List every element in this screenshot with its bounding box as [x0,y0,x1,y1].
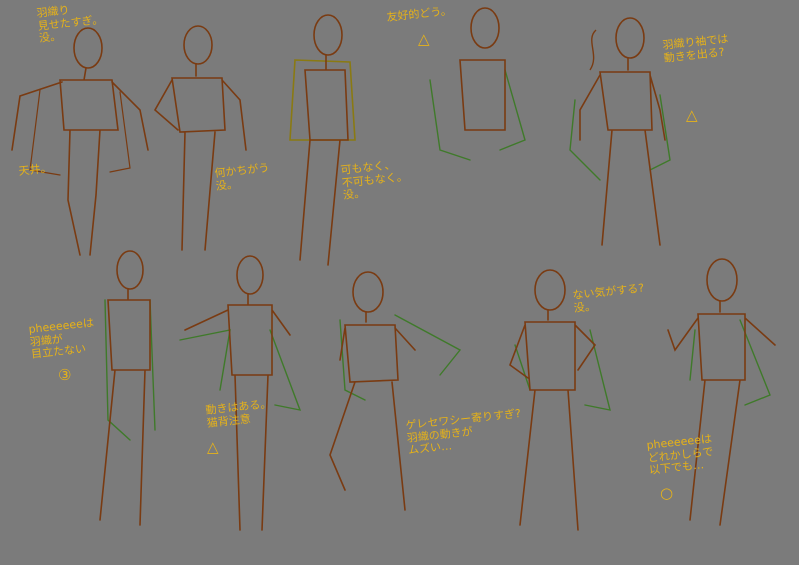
stroke-fragment [589,29,597,71]
figure-sketch-7 [179,255,302,531]
rating-mark-4: △ [207,438,219,456]
figure-sketch-1 [11,27,149,256]
figure-sketch-2 [153,25,247,251]
figure-sketch-4 [429,7,526,161]
figure-sketch-10 [667,258,776,526]
note-1: 羽織り 見せたすぎ。 没。 [35,3,104,46]
figure-sketch-6 [99,250,156,526]
rating-mark-3: ③ [58,366,72,384]
note-4: 可もなく、 不可もなく。 没。 [339,158,409,203]
figure-sketch-8 [329,271,462,511]
figure-sketch-5 [569,17,671,246]
rating-mark-2: △ [686,106,698,124]
figure-sketch-3 [289,14,356,266]
rating-mark-1: △ [418,30,430,48]
note-7: pheeeeeeは 羽織が 目立たない [27,316,95,362]
sketch-canvas [11,7,776,531]
note-11: pheeeeeeは どれかしらで 以下でも… [645,432,714,478]
rating-mark-5: ○ [660,484,674,502]
